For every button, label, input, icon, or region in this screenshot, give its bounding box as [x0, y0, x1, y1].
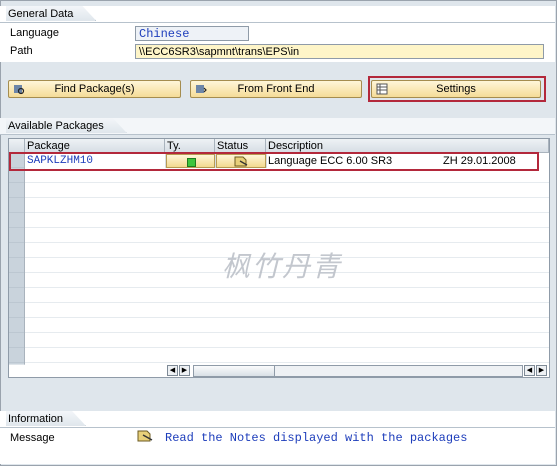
scroll-left-end-button[interactable]: ◀	[524, 365, 535, 376]
path-label: Path	[10, 45, 33, 57]
settings-button[interactable]: Settings	[371, 80, 541, 98]
notes-icon	[137, 430, 153, 442]
settings-label: Settings	[436, 83, 476, 95]
message-text: Read the Notes displayed with the packag…	[165, 431, 468, 445]
select-all-corner[interactable]	[9, 139, 25, 153]
message-label: Message	[10, 432, 55, 444]
find-packages-label: Find Package(s)	[54, 83, 135, 95]
horizontal-scrollbar[interactable]	[193, 365, 523, 377]
status-cell[interactable]	[216, 154, 266, 168]
notes-icon	[234, 156, 248, 167]
language-field[interactable]: Chinese	[135, 26, 249, 41]
description-cell: Language ECC 6.00 SR3	[268, 155, 393, 167]
path-field[interactable]: \\ECC6SR3\sapmnt\trans\EPS\in	[135, 44, 544, 59]
watermark-text: 枫竹丹青	[222, 250, 343, 283]
scroll-thumb[interactable]	[194, 366, 275, 376]
package-info-cell: ZH 29.01.2008	[443, 155, 516, 167]
column-header-status[interactable]: Status	[215, 139, 266, 153]
find-icon	[14, 85, 25, 95]
scroll-left-button[interactable]: ◀	[167, 365, 178, 376]
scroll-right-button[interactable]: ▶	[179, 365, 190, 376]
upload-icon	[196, 85, 207, 93]
row-selectors[interactable]	[9, 153, 25, 365]
find-packages-button[interactable]: Find Package(s)	[8, 80, 181, 98]
general-data-header: General Data	[0, 6, 555, 23]
column-header-type[interactable]: Ty.	[165, 139, 215, 153]
package-cell[interactable]: SAPKLZHM10	[27, 154, 163, 168]
available-packages-header: Available Packages	[0, 118, 555, 135]
language-label: Language	[10, 27, 59, 39]
green-status-icon	[187, 158, 196, 167]
scroll-right-end-button[interactable]: ▶	[536, 365, 547, 376]
type-cell[interactable]	[166, 154, 215, 168]
column-header-package[interactable]: Package	[25, 139, 165, 153]
column-header-description[interactable]: Description	[266, 139, 549, 153]
available-packages-title: Available Packages	[6, 118, 127, 133]
general-data-title: General Data	[6, 6, 96, 21]
information-header: Information	[0, 411, 555, 428]
settings-icon	[376, 83, 388, 95]
information-title: Information	[6, 411, 86, 426]
from-front-end-button[interactable]: From Front End	[190, 80, 362, 98]
from-front-end-label: From Front End	[237, 83, 315, 95]
